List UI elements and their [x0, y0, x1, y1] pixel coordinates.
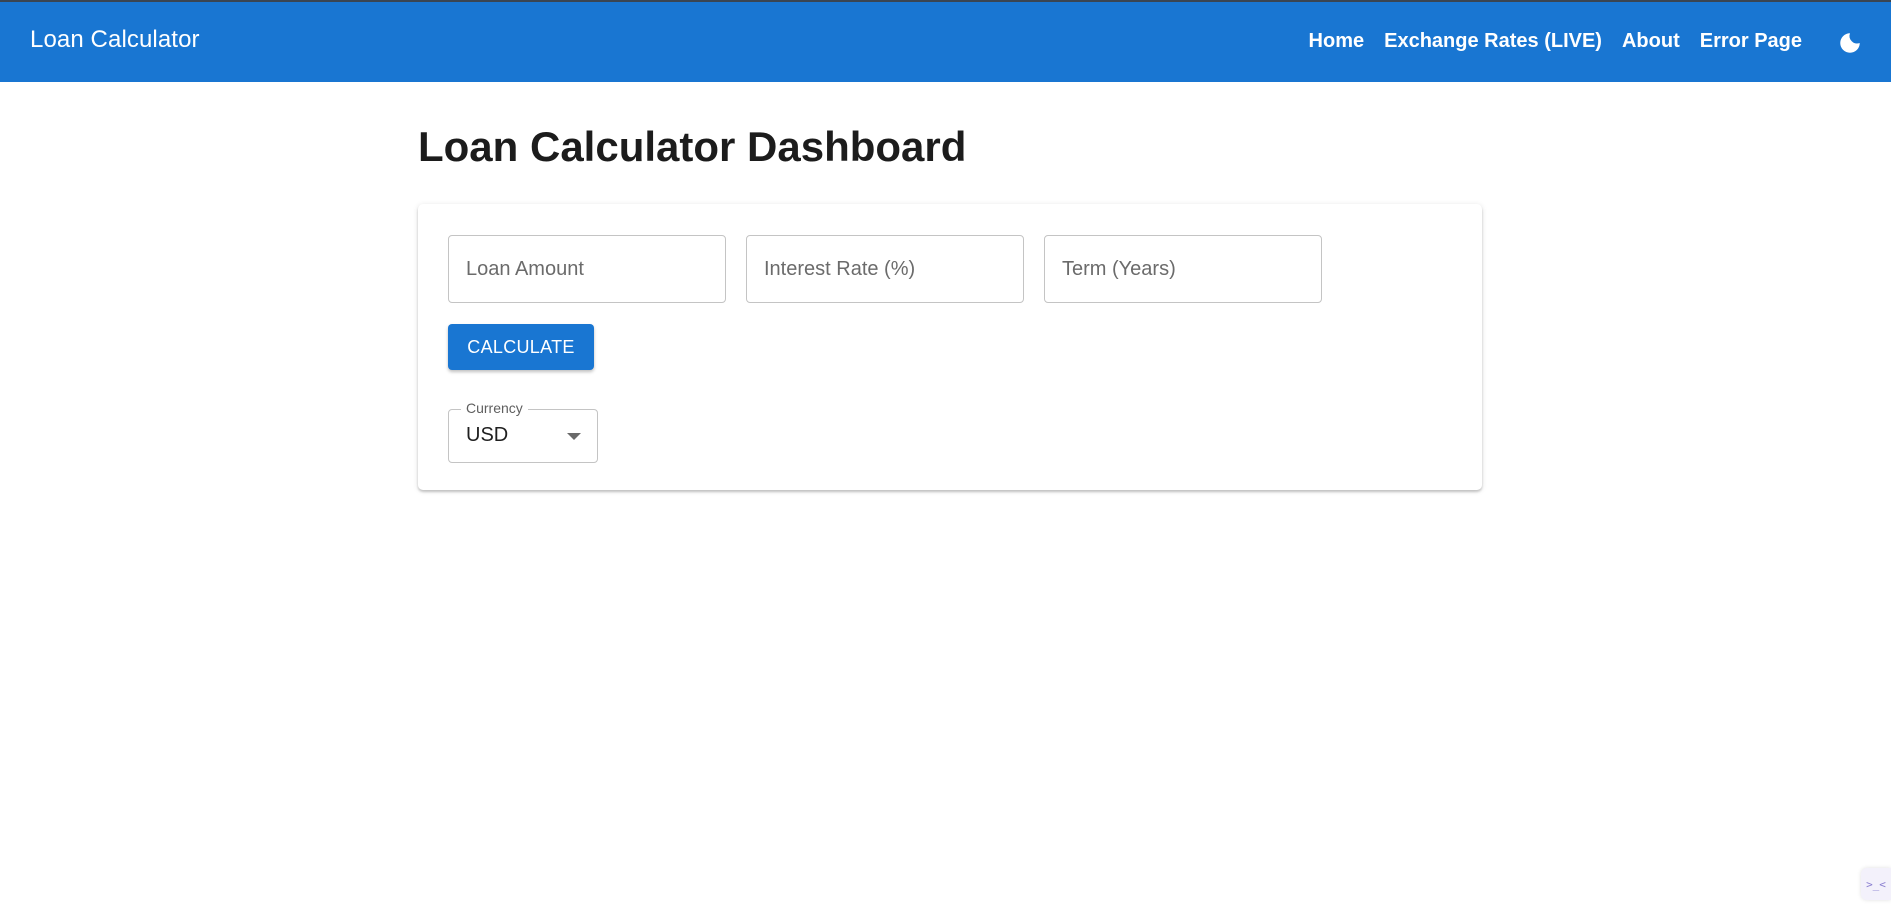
nav-error-page[interactable]: Error Page — [1700, 30, 1802, 53]
term-field — [1044, 235, 1322, 303]
dropdown-arrow-icon — [567, 433, 581, 440]
nav-home[interactable]: Home — [1309, 30, 1365, 53]
loan-amount-input[interactable] — [449, 236, 725, 302]
interest-rate-input[interactable] — [747, 236, 1023, 302]
moon-icon — [1840, 33, 1860, 53]
nav-exchange-rates[interactable]: Exchange Rates (LIVE) — [1384, 30, 1602, 53]
loan-form-card: CALCULATE Currency USD — [418, 204, 1482, 490]
nav-about[interactable]: About — [1622, 30, 1680, 53]
loan-amount-field — [448, 235, 726, 303]
page-title: Loan Calculator Dashboard — [418, 123, 967, 170]
calculate-button[interactable]: CALCULATE — [448, 324, 594, 370]
currency-select[interactable]: Currency USD — [448, 400, 598, 463]
currency-label: Currency — [461, 400, 528, 416]
main-nav: Home Exchange Rates (LIVE) About Error P… — [1309, 30, 1802, 53]
app-header: Loan Calculator Home Exchange Rates (LIV… — [0, 0, 1891, 82]
app-title[interactable]: Loan Calculator — [30, 26, 200, 54]
currency-value: USD — [466, 424, 509, 446]
interest-rate-field — [746, 235, 1024, 303]
devtools-widget-button[interactable]: >_< — [1861, 868, 1891, 900]
theme-toggle-button[interactable] — [1837, 30, 1863, 56]
term-input[interactable] — [1045, 236, 1321, 302]
